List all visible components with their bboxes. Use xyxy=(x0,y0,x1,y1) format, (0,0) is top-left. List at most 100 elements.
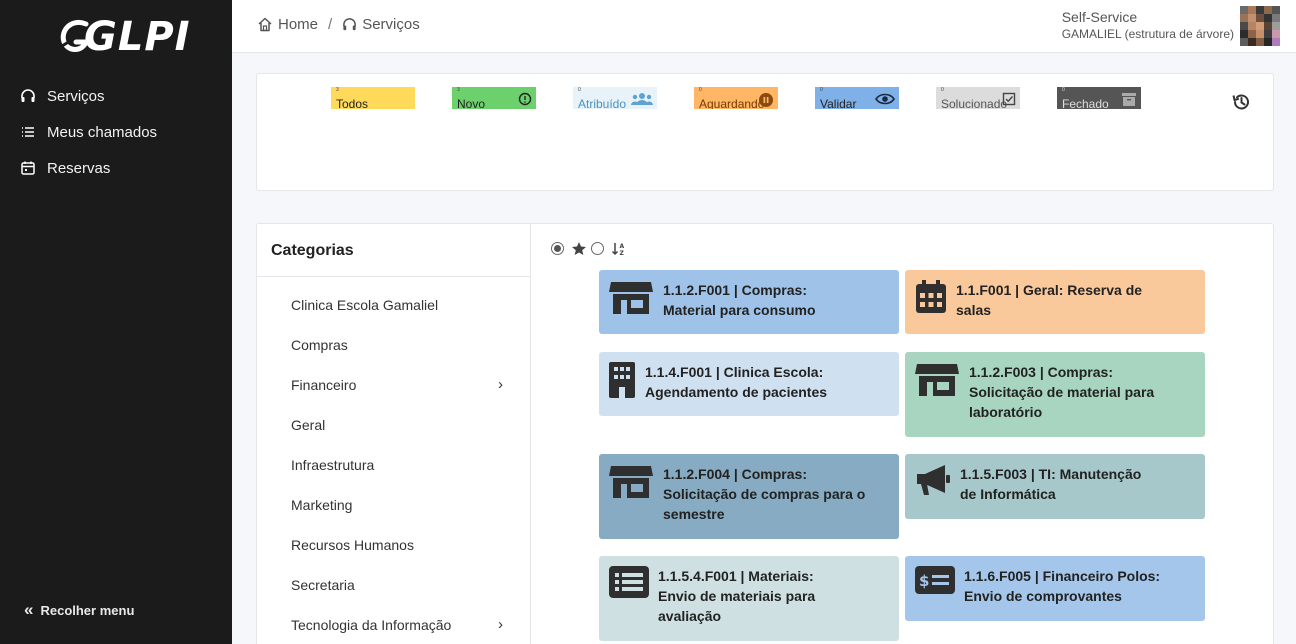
ticket-status-panel: 3 Todos 3 Novo 0 Atribuído 0 Aguardando … xyxy=(256,73,1274,191)
history-icon xyxy=(1232,94,1249,110)
sidebar-item-meus-chamados[interactable]: Meus chamados xyxy=(0,114,232,150)
double-chevron-left-icon: « xyxy=(24,600,34,619)
status-label: Todos xyxy=(336,97,369,109)
store-icon xyxy=(915,364,959,396)
service-card[interactable]: 1.1.2.F004 | Compras: Solicitação de com… xyxy=(599,454,899,539)
service-title: 1.1.2.F003 | Compras: Solicitação de mat… xyxy=(969,364,1155,420)
status-tile-validar[interactable]: 0 Validar xyxy=(815,87,899,109)
category-label: Tecnologia da Informação xyxy=(291,617,452,633)
list-icon xyxy=(20,124,36,140)
status-count: 0 xyxy=(1062,87,1065,93)
category-item[interactable]: Clinica Escola Gamaliel xyxy=(257,285,531,325)
status-label: Aguardando xyxy=(699,97,765,109)
service-card[interactable]: $ 1.1.6.F005 | Financeiro Polos: Envio d… xyxy=(905,556,1205,621)
status-label: Atribuído xyxy=(578,97,627,109)
breadcrumb-home-label: Home xyxy=(278,16,319,33)
store-icon xyxy=(609,282,653,314)
status-tile-fechado[interactable]: 0 Fechado xyxy=(1057,87,1141,109)
breadcrumb-current-label: Serviços xyxy=(362,16,420,33)
category-item[interactable]: Marketing xyxy=(257,485,531,525)
service-title: 1.1.4.F001 | Clinica Escola: Agendamento… xyxy=(645,364,828,400)
category-item[interactable]: Tecnologia da Informação › xyxy=(257,605,531,644)
sidebar-item-label: Reservas xyxy=(47,159,111,177)
service-card[interactable]: 1.1.4.F001 | Clinica Escola: Agendamento… xyxy=(599,352,899,416)
sidebar-item-servicos[interactable]: Serviços xyxy=(0,78,232,114)
categories-list: Clinica Escola Gamaliel Compras Financei… xyxy=(257,285,531,644)
status-tile-todos[interactable]: 3 Todos xyxy=(331,87,415,109)
category-item[interactable]: Secretaria xyxy=(257,565,531,605)
service-card[interactable]: 1.1.2.F001 | Compras: Material para cons… xyxy=(599,270,899,334)
profile-name: Self-Service xyxy=(1061,9,1138,25)
status-label: Novo xyxy=(457,97,486,109)
status-tile-novo[interactable]: 3 Novo xyxy=(452,87,536,109)
service-card[interactable]: 1.1.5.F003 | TI: Manutenção de Informáti… xyxy=(905,454,1205,519)
history-button[interactable] xyxy=(1231,92,1251,117)
status-count: 0 xyxy=(699,87,702,93)
divider xyxy=(257,276,531,277)
category-item[interactable]: Recursos Humanos xyxy=(257,525,531,565)
status-tile-aguardando[interactable]: 0 Aguardando xyxy=(694,87,778,109)
status-count: 3 xyxy=(457,87,460,93)
category-item[interactable]: Infraestrutura xyxy=(257,445,531,485)
avatar[interactable] xyxy=(1240,6,1280,46)
service-card[interactable]: 1.1.F001 | Geral: Reserva de salas xyxy=(905,270,1205,334)
service-title: 1.1.F001 | Geral: Reserva de salas xyxy=(956,282,1143,318)
store-icon xyxy=(609,466,653,498)
status-label: Validar xyxy=(820,97,857,109)
headset-icon xyxy=(343,18,357,31)
service-title: 1.1.6.F005 | Financeiro Polos: Envio de … xyxy=(964,568,1161,604)
service-card[interactable]: 1.1.2.F003 | Compras: Solicitação de mat… xyxy=(905,352,1205,437)
service-title: 1.1.2.F004 | Compras: Solicitação de com… xyxy=(663,466,866,522)
breadcrumb-servicos[interactable]: Serviços xyxy=(342,16,420,33)
user-profile-menu[interactable]: Self-Service GAMALIEL (estrutura de árvo… xyxy=(1062,9,1234,41)
category-label: Financeiro xyxy=(291,377,357,393)
home-icon xyxy=(258,17,272,32)
category-label: Marketing xyxy=(291,497,353,513)
sort-controls: AZ xyxy=(551,241,627,256)
sidebar-nav: Serviços Meus chamados Reservas xyxy=(0,78,232,186)
calendar-grid-icon xyxy=(916,280,946,313)
calendar-icon xyxy=(20,160,36,176)
category-item[interactable]: Geral xyxy=(257,405,531,445)
categories-title: Categorias xyxy=(271,242,354,259)
status-tile-atribuido[interactable]: 0 Atribuído xyxy=(573,87,657,109)
service-card[interactable]: 1.1.5.4.F001 | Materiais: Envio de mater… xyxy=(599,556,899,641)
status-label: Fechado xyxy=(1062,97,1109,109)
archive-icon xyxy=(1122,93,1136,106)
sort-default-radio[interactable] xyxy=(551,242,564,255)
top-header: Home / Serviços Self-Service GAMALIEL (e… xyxy=(232,0,1296,53)
chevron-right-icon: › xyxy=(498,616,503,633)
sidebar-item-reservas[interactable]: Reservas xyxy=(0,150,232,186)
star-icon xyxy=(572,242,586,255)
users-icon xyxy=(631,93,653,105)
breadcrumb-separator: / xyxy=(328,16,333,33)
sidebar-item-label: Meus chamados xyxy=(47,123,158,141)
category-item[interactable]: Compras xyxy=(257,325,531,365)
service-title: 1.1.5.4.F001 | Materiais: Envio de mater… xyxy=(658,568,816,624)
sidebar: GLPI Serviços Meus chamados Reservas « R… xyxy=(0,0,232,644)
category-label: Infraestrutura xyxy=(291,457,375,473)
status-tile-solucionado[interactable]: 0 Solucionado xyxy=(936,87,1020,109)
building-icon xyxy=(609,362,635,398)
category-label: Recursos Humanos xyxy=(291,537,414,553)
sidebar-item-label: Serviços xyxy=(47,87,105,105)
status-count: 0 xyxy=(578,87,581,93)
svg-text:A: A xyxy=(620,243,625,250)
profile-entity: GAMALIEL (estrutura de árvore) xyxy=(1061,27,1234,41)
category-item[interactable]: Financeiro › xyxy=(257,365,531,405)
collapse-menu-label: Recolher menu xyxy=(40,602,135,618)
service-catalog-panel: Categorias Clinica Escola Gamaliel Compr… xyxy=(256,223,1274,644)
chevron-right-icon: › xyxy=(498,376,503,393)
status-count: 0 xyxy=(820,87,823,93)
svg-text:Z: Z xyxy=(620,250,625,256)
sort-alpha-icon: AZ xyxy=(611,243,625,256)
check-square-icon xyxy=(1002,92,1016,106)
categories-column: Categorias Clinica Escola Gamaliel Compr… xyxy=(257,224,531,644)
collapse-menu-button[interactable]: « Recolher menu xyxy=(24,600,134,620)
sort-alpha-radio[interactable] xyxy=(591,242,604,255)
status-count: 0 xyxy=(941,87,944,93)
pause-circle-icon xyxy=(759,93,773,107)
glpi-logo[interactable]: GLPI xyxy=(60,14,190,60)
breadcrumb-home[interactable]: Home xyxy=(257,16,318,33)
logo-text: GLPI xyxy=(84,14,191,60)
